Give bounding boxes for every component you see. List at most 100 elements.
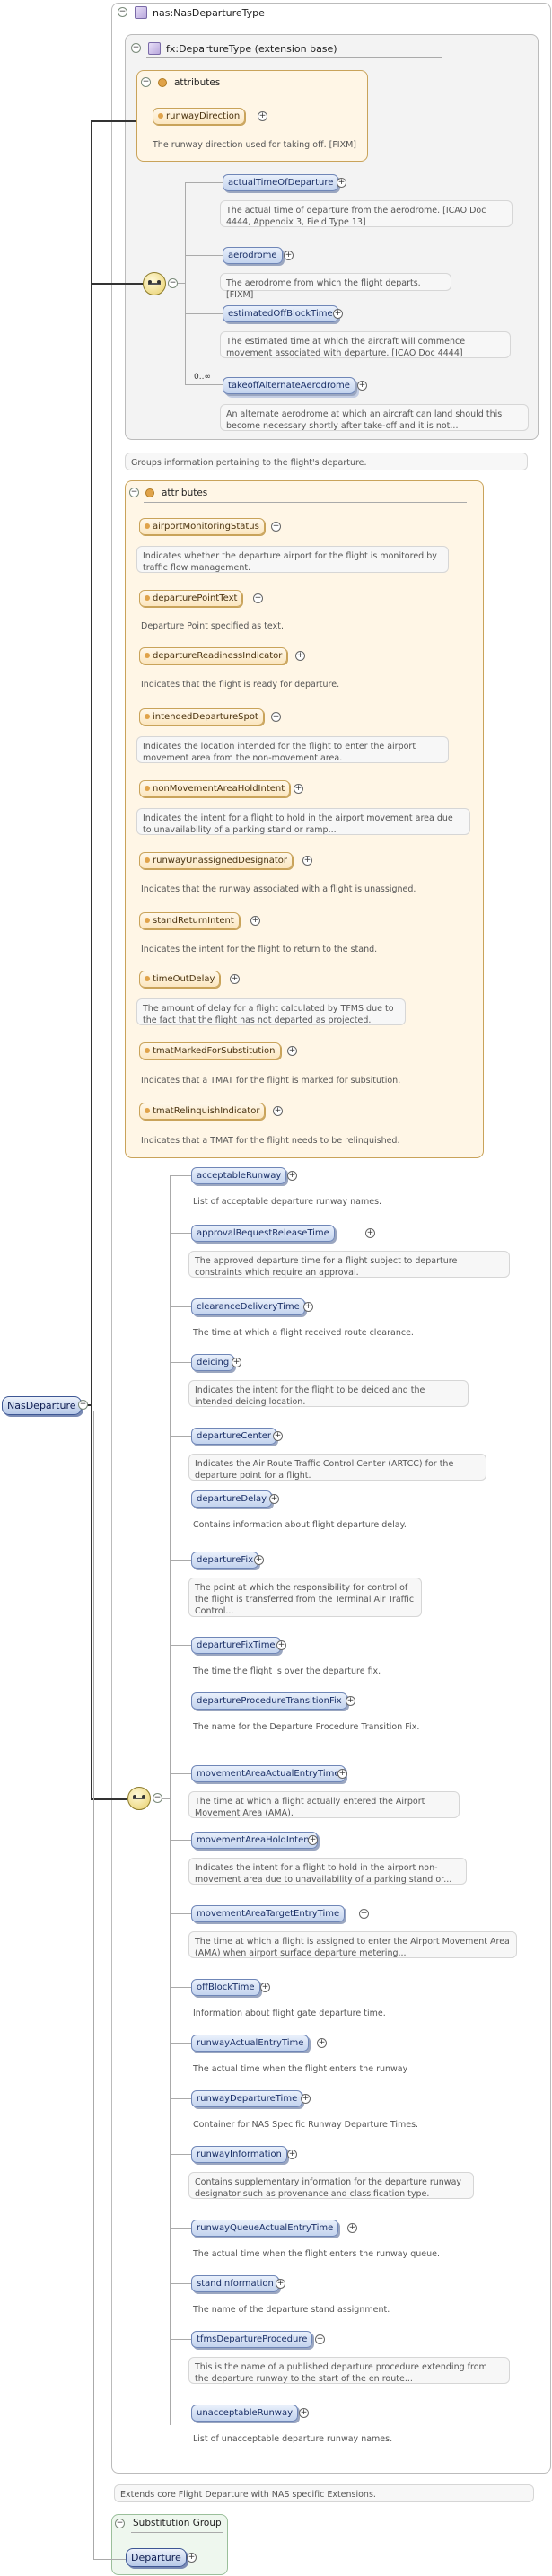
expand-icon[interactable]: + — [276, 2279, 285, 2289]
expand-icon[interactable]: + — [299, 2408, 309, 2418]
element-departureFix[interactable]: departureFix — [191, 1552, 259, 1569]
expand-icon[interactable]: + — [359, 1909, 369, 1919]
expand-icon[interactable]: + — [287, 2150, 297, 2159]
element-takeoffAlternateAerodrome[interactable]: takeoffAlternateAerodrome — [223, 377, 355, 394]
element-departureFixTime[interactable]: departureFixTime — [191, 1637, 281, 1654]
attribute-name: nonMovementAreaHoldIntent — [153, 784, 285, 794]
element-offBlockTime[interactable]: offBlockTime — [191, 1979, 260, 1996]
expand-icon[interactable]: + — [347, 2223, 357, 2233]
expand-icon[interactable]: + — [271, 522, 281, 532]
attribute-tmatRelinquishIndicator[interactable]: tmatRelinquishIndicator — [139, 1103, 266, 1120]
element-estimatedOffBlockTime[interactable]: estimatedOffBlockTime — [223, 305, 338, 322]
element-desc: The actual time of departure from the ae… — [220, 200, 513, 227]
type-collapse-toggle[interactable]: − — [118, 7, 127, 17]
element-acceptableRunway[interactable]: acceptableRunway — [191, 1167, 287, 1184]
root-collapse-toggle[interactable]: − — [78, 1400, 88, 1410]
expand-icon[interactable]: + — [317, 2038, 327, 2048]
attribute-runwayDirection[interactable]: runwayDirection — [153, 108, 246, 125]
element-runwayInformation[interactable]: runwayInformation — [191, 2146, 287, 2163]
expand-icon[interactable]: + — [295, 651, 305, 661]
attribute-timeOutDelay[interactable]: timeOutDelay — [139, 971, 221, 988]
attribute-tmatMarkedForSubstitution[interactable]: tmatMarkedForSubstitution — [139, 1042, 281, 1059]
seq-branch — [170, 1913, 191, 1914]
attribute-departurePointText[interactable]: departurePointText — [139, 590, 243, 607]
expand-icon[interactable]: + — [254, 1555, 264, 1565]
expand-icon[interactable]: + — [253, 593, 263, 603]
substitution-element-Departure[interactable]: Departure — [126, 2548, 187, 2567]
extension-attributes-toggle[interactable]: − — [141, 77, 151, 87]
attribute-runwayUnassignedDesignator[interactable]: runwayUnassignedDesignator — [139, 852, 293, 869]
expand-icon[interactable]: + — [287, 1171, 297, 1181]
expand-icon[interactable]: + — [269, 1494, 279, 1504]
element-name: runwayInformation — [197, 2150, 282, 2159]
extension-summary: Groups information pertaining to the fli… — [125, 453, 528, 470]
element-runwayDepartureTime[interactable]: runwayDepartureTime — [191, 2090, 303, 2107]
expand-icon[interactable]: + — [333, 309, 343, 319]
element-tfmsDepartureProcedure[interactable]: tfmsDepartureProcedure — [191, 2331, 313, 2348]
expand-icon[interactable]: + — [284, 251, 294, 260]
expand-icon[interactable]: + — [308, 1835, 318, 1845]
element-desc: The time at which a flight actually ente… — [188, 1791, 460, 1818]
element-movementAreaHoldIntent[interactable]: movementAreaHoldIntent — [191, 1832, 319, 1849]
element-desc: The approved departure time for a flight… — [188, 1251, 510, 1278]
expand-icon[interactable]: + — [258, 111, 267, 121]
expand-icon[interactable]: + — [302, 856, 312, 866]
attribute-airportMonitoringStatus[interactable]: airportMonitoringStatus — [139, 518, 265, 535]
element-movementAreaTargetEntryTime[interactable]: movementAreaTargetEntryTime — [191, 1905, 346, 1922]
expand-icon[interactable]: + — [276, 1640, 286, 1650]
element-departureCenter[interactable]: departureCenter — [191, 1428, 277, 1445]
substitution-toggle[interactable]: − — [115, 2519, 125, 2528]
extension-sequence-toggle[interactable]: − — [168, 278, 178, 288]
root-element-NasDeparture[interactable]: NasDeparture — [2, 1396, 82, 1415]
element-departureDelay[interactable]: departureDelay — [191, 1490, 273, 1508]
attribute-desc: Indicates that a TMAT for the flight nee… — [141, 1136, 400, 1146]
expand-icon[interactable]: + — [357, 381, 367, 391]
expand-icon[interactable]: + — [273, 1431, 283, 1441]
element-desc: The time at which a flight is assigned t… — [188, 1931, 517, 1958]
element-name: tfmsDepartureProcedure — [197, 2334, 308, 2344]
expand-icon[interactable]: + — [337, 1769, 347, 1779]
element-departureProcedureTransitionFix[interactable]: departureProcedureTransitionFix — [191, 1692, 347, 1710]
element-standInformation[interactable]: standInformation — [191, 2275, 279, 2292]
element-runwayQueueActualEntryTime[interactable]: runwayQueueActualEntryTime — [191, 2220, 339, 2237]
expand-icon[interactable]: + — [365, 1228, 375, 1238]
attributes-underline — [144, 502, 467, 503]
expand-icon[interactable]: + — [187, 2553, 197, 2563]
expand-icon[interactable]: + — [260, 1983, 270, 1992]
element-actualTimeOfDeparture[interactable]: actualTimeOfDeparture — [223, 174, 339, 191]
element-unacceptableRunway[interactable]: unacceptableRunway — [191, 2405, 299, 2422]
substitution-group-title: Substitution Group — [133, 2518, 222, 2528]
element-name: movementAreaHoldIntent — [197, 1835, 313, 1845]
expand-icon[interactable]: + — [232, 1358, 241, 1367]
expand-icon[interactable]: + — [273, 1106, 283, 1116]
attributes-toggle[interactable]: − — [129, 488, 139, 497]
expand-icon[interactable]: + — [294, 784, 303, 794]
seq-branch — [170, 1436, 191, 1437]
expand-icon[interactable]: + — [301, 2094, 311, 2104]
expand-icon[interactable]: + — [250, 916, 260, 926]
expand-icon[interactable]: + — [337, 178, 346, 188]
element-deicing[interactable]: deicing — [191, 1354, 235, 1371]
attribute-nonMovementAreaHoldIntent[interactable]: nonMovementAreaHoldIntent — [139, 780, 291, 797]
attribute-standReturnIntent[interactable]: standReturnIntent — [139, 912, 240, 929]
element-desc: An alternate aerodrome at which an aircr… — [220, 404, 529, 431]
element-clearanceDeliveryTime[interactable]: clearanceDeliveryTime — [191, 1298, 305, 1315]
extension-type-icon — [148, 42, 161, 55]
sequence-toggle[interactable]: − — [153, 1793, 162, 1803]
expand-icon[interactable]: + — [287, 1046, 297, 1056]
element-movementAreaActualEntryTime[interactable]: movementAreaActualEntryTime — [191, 1765, 346, 1782]
element-runwayActualEntryTime[interactable]: runwayActualEntryTime — [191, 2035, 310, 2052]
element-approvalRequestReleaseTime[interactable]: approvalRequestReleaseTime — [191, 1225, 335, 1242]
extension-collapse-toggle[interactable]: − — [131, 43, 141, 53]
attribute-departureReadinessIndicator[interactable]: departureReadinessIndicator — [139, 647, 288, 664]
expand-icon[interactable]: + — [271, 712, 281, 722]
seq-bracket — [185, 182, 186, 384]
expand-icon[interactable]: + — [315, 2334, 325, 2344]
element-name: standInformation — [197, 2279, 274, 2289]
attribute-intendedDepartureSpot[interactable]: intendedDepartureSpot — [139, 708, 264, 725]
element-aerodrome[interactable]: aerodrome — [223, 247, 283, 264]
expand-icon[interactable]: + — [230, 974, 240, 984]
expand-icon[interactable]: + — [303, 1302, 313, 1312]
expand-icon[interactable]: + — [346, 1696, 355, 1706]
element-desc: The time at which a flight received rout… — [193, 1328, 414, 1338]
